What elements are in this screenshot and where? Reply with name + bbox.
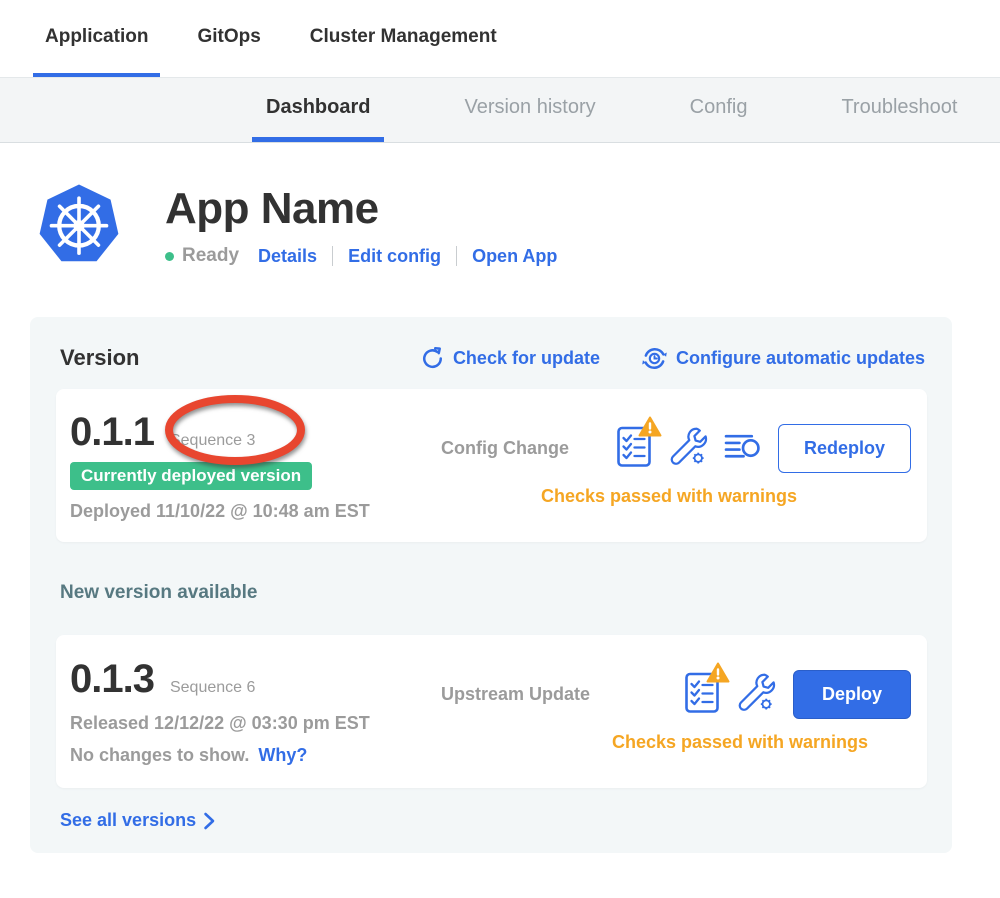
details-link[interactable]: Details <box>258 246 317 267</box>
new-version-available-heading: New version available <box>60 582 927 604</box>
app-header: App Name Ready Details Edit config Open … <box>36 181 1000 267</box>
deploy-button[interactable]: Deploy <box>793 670 911 719</box>
version-card: Version Check for update Configure <box>30 317 952 853</box>
released-timestamp: Released 12/12/22 @ 03:30 pm EST <box>70 713 406 734</box>
available-version-row: 0.1.3 Sequence 6 Released 12/12/22 @ 03:… <box>56 635 927 788</box>
tab-dashboard[interactable]: Dashboard <box>252 78 384 142</box>
file-lines-magnifier-icon <box>724 431 761 462</box>
check-for-update-link[interactable]: Check for update <box>421 346 600 371</box>
divider <box>332 246 333 266</box>
version-source-label: Config Change <box>441 438 569 459</box>
secondary-nav: Dashboard Version history Config Trouble… <box>0 77 1000 143</box>
wrench-gear-icon <box>667 425 708 467</box>
current-version-row: 0.1.1 Sequence 3 Currently deployed vers… <box>56 389 927 542</box>
page-title: App Name <box>165 185 557 233</box>
open-app-link[interactable]: Open App <box>472 246 557 267</box>
available-sequence-label: Sequence 6 <box>170 679 255 697</box>
kubernetes-logo-icon <box>36 181 122 267</box>
status-ready-dot-icon <box>165 252 174 261</box>
version-source-label: Upstream Update <box>441 684 590 705</box>
preflight-checks-icon[interactable] <box>685 671 719 718</box>
deployed-timestamp: Deployed 11/10/22 @ 10:48 am EST <box>70 501 406 522</box>
nav-item-cluster-management[interactable]: Cluster Management <box>298 0 509 77</box>
nav-item-application[interactable]: Application <box>33 0 160 77</box>
tab-config[interactable]: Config <box>676 78 762 142</box>
divider <box>456 246 457 266</box>
tab-version-history[interactable]: Version history <box>450 78 609 142</box>
preflight-checks-icon[interactable] <box>617 425 651 472</box>
checks-status-current[interactable]: Checks passed with warnings <box>441 486 911 507</box>
nav-item-gitops[interactable]: GitOps <box>185 0 272 77</box>
edit-config-values-icon[interactable] <box>735 671 776 718</box>
why-link[interactable]: Why? <box>258 745 307 765</box>
diff-note: No changes to show. Why? <box>70 745 406 766</box>
edit-config-values-icon[interactable] <box>667 425 708 472</box>
chevron-right-icon <box>203 812 215 830</box>
tab-troubleshoot[interactable]: Troubleshoot <box>827 78 971 142</box>
available-version-number: 0.1.3 <box>70 657 154 702</box>
current-version-number: 0.1.1 <box>70 410 154 455</box>
wrench-gear-icon <box>735 671 776 713</box>
currently-deployed-badge: Currently deployed version <box>70 462 312 490</box>
version-section-title: Version <box>60 345 139 371</box>
checks-status-available[interactable]: Checks passed with warnings <box>441 732 911 753</box>
redeploy-button[interactable]: Redeploy <box>778 424 911 473</box>
schedule-refresh-icon <box>642 346 667 371</box>
configure-automatic-updates-link[interactable]: Configure automatic updates <box>642 346 925 371</box>
status-badge: Ready <box>182 245 239 267</box>
see-all-versions-link[interactable]: See all versions <box>60 810 215 831</box>
warning-triangle-icon <box>706 662 730 683</box>
edit-config-link[interactable]: Edit config <box>348 246 441 267</box>
refresh-icon <box>421 347 444 370</box>
current-sequence-label: Sequence 3 <box>170 432 255 450</box>
view-diff-icon[interactable] <box>724 431 761 467</box>
warning-triangle-icon <box>638 416 662 437</box>
primary-nav: Application GitOps Cluster Management <box>0 0 1000 77</box>
